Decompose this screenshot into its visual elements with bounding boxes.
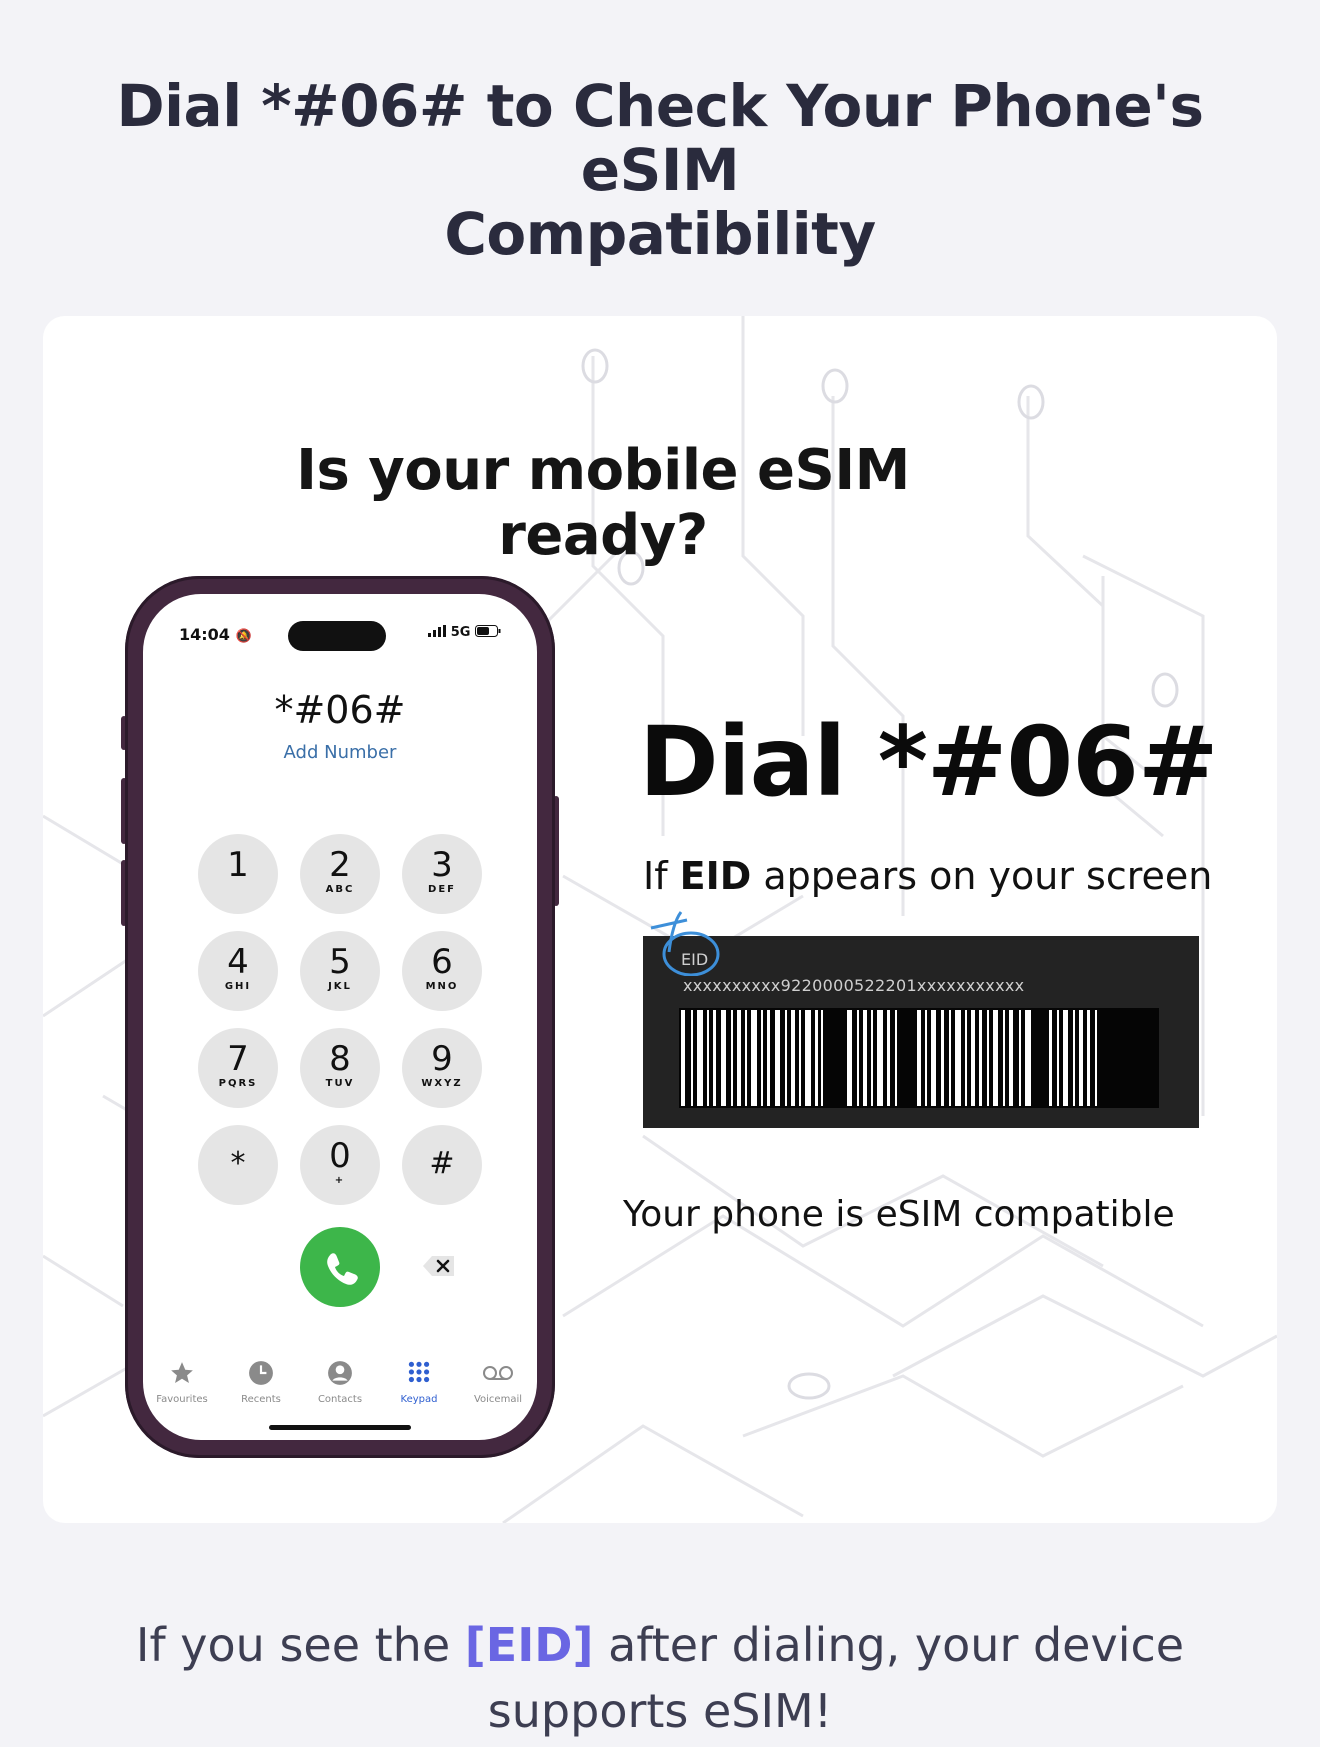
footer-message: If you see the [EID] after dialing, your…	[80, 1612, 1240, 1744]
page-title-line-1: Dial *#06# to Check Your Phone's eSIM	[116, 72, 1204, 204]
key-digit: *	[230, 1146, 246, 1181]
eid-screenshot: EID xxxxxxxxxx9220000522201xxxxxxxxxxx	[643, 911, 1199, 1128]
tab-label: Voicemail	[473, 1394, 523, 1405]
voicemail-icon	[483, 1366, 513, 1380]
phone-handset-icon	[327, 1253, 358, 1285]
key-letters: MNO	[425, 981, 459, 992]
eid-label: EID	[681, 950, 709, 969]
add-number-link[interactable]: Add Number	[143, 742, 537, 763]
eid-highlight: [EID]	[464, 1618, 594, 1672]
star-icon	[171, 1362, 193, 1383]
call-button[interactable]	[300, 1227, 380, 1307]
key-digit: 9	[431, 1039, 453, 1079]
key-letters: GHI	[224, 981, 252, 992]
key-0[interactable]: 0 +	[300, 1125, 380, 1205]
eid-number: xxxxxxxxxx9220000522201xxxxxxxxxxx	[683, 976, 1025, 995]
key-9[interactable]: 9 WXYZ	[402, 1028, 482, 1108]
key-3[interactable]: 3 DEF	[402, 834, 482, 914]
key-8[interactable]: 8 TUV	[300, 1028, 380, 1108]
key-digit: 0	[329, 1136, 351, 1176]
key-letters: TUV	[325, 1078, 355, 1089]
key-digit: #	[429, 1146, 455, 1181]
status-indicators: 5G	[428, 625, 501, 640]
key-1[interactable]: 1	[198, 834, 278, 914]
eid-barcode	[679, 1008, 1159, 1108]
key-letters: PQRS	[218, 1078, 258, 1089]
key-star[interactable]: *	[198, 1125, 278, 1205]
key-5[interactable]: 5 JKL	[300, 931, 380, 1011]
phone-tab-bar: Favourites Recents Contacts Keypad Voice…	[143, 1330, 537, 1440]
phone-illustration: 14:04 🔕 5G *#06# Add Number 1 2 ABC 3 DE…	[125, 576, 555, 1458]
key-letters: +	[334, 1175, 346, 1186]
key-digit: 3	[431, 845, 453, 885]
key-letters: DEF	[428, 884, 456, 895]
key-letters: JKL	[328, 981, 352, 992]
contact-icon	[328, 1361, 352, 1385]
card-heading: Is your mobile eSIM ready?	[296, 438, 910, 568]
signal-icon	[428, 625, 447, 637]
key-hash[interactable]: #	[402, 1125, 482, 1205]
eid-condition-prefix: If	[643, 854, 680, 898]
dial-instruction: Dial *#06#	[639, 706, 1218, 818]
key-digit: 4	[227, 942, 249, 982]
key-digit: 7	[227, 1039, 249, 1079]
tab-recents[interactable]: Recents	[222, 1360, 300, 1405]
key-7[interactable]: 7 PQRS	[198, 1028, 278, 1108]
tab-voicemail[interactable]: Voicemail	[459, 1360, 537, 1405]
keypad-icon	[408, 1361, 430, 1383]
footer-text-before: If you see the	[135, 1618, 465, 1672]
dialed-number: *#06#	[274, 688, 406, 732]
status-time-text: 14:04	[179, 625, 230, 644]
key-letters: WXYZ	[421, 1078, 463, 1089]
tab-contacts[interactable]: Contacts	[301, 1360, 379, 1405]
eid-condition-text: If EID appears on your screen	[643, 854, 1212, 898]
tab-label: Recents	[241, 1394, 281, 1405]
esim-info-card: Is your mobile eSIM ready? 14:04 🔕 5G *#…	[43, 316, 1277, 1523]
key-digit: 8	[329, 1039, 351, 1079]
key-6[interactable]: 6 MNO	[402, 931, 482, 1011]
phone-screen: 14:04 🔕 5G *#06# Add Number 1 2 ABC 3 DE…	[143, 594, 537, 1440]
tab-favourites[interactable]: Favourites	[143, 1360, 221, 1405]
page-title-line-2: Compatibility	[444, 200, 876, 268]
clock-icon	[249, 1361, 273, 1385]
silent-bell-icon: 🔕	[235, 629, 252, 644]
tab-label: Favourites	[156, 1394, 208, 1405]
dynamic-island	[288, 621, 386, 651]
backspace-icon	[423, 1256, 454, 1276]
eid-condition-suffix: appears on your screen	[751, 854, 1213, 898]
key-4[interactable]: 4 GHI	[198, 931, 278, 1011]
tab-keypad[interactable]: Keypad	[380, 1360, 458, 1405]
key-letters: ABC	[325, 884, 355, 895]
key-digit: 6	[431, 942, 453, 982]
key-digit: 5	[329, 942, 351, 982]
home-indicator	[269, 1425, 411, 1430]
compatible-text: Your phone is eSIM compatible	[623, 1194, 1175, 1235]
key-2[interactable]: 2 ABC	[300, 834, 380, 914]
page-title: Dial *#06# to Check Your Phone's eSIM Co…	[60, 74, 1260, 266]
tab-label: Contacts	[317, 1394, 363, 1405]
eid-condition-bold: EID	[679, 854, 752, 898]
tab-label: Keypad	[400, 1394, 438, 1405]
battery-icon	[475, 625, 501, 637]
status-time: 14:04 🔕	[179, 625, 252, 644]
key-digit: 1	[227, 845, 249, 885]
delete-button[interactable]	[422, 1254, 456, 1278]
key-digit: 2	[329, 845, 351, 885]
network-label: 5G	[450, 625, 471, 640]
